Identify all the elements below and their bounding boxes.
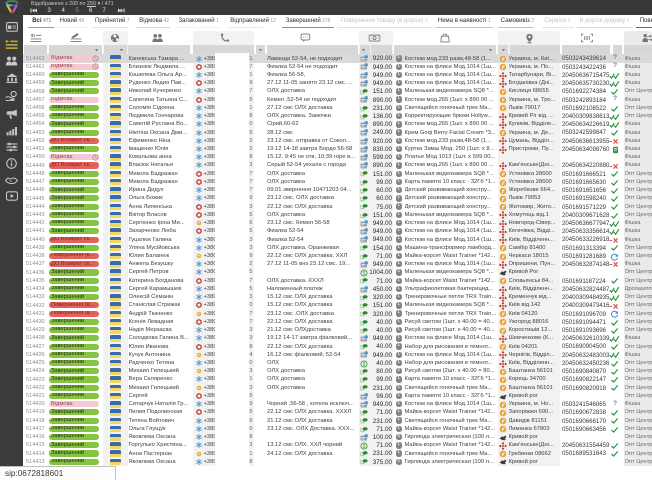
svg-text:ID: ID [30, 33, 35, 38]
